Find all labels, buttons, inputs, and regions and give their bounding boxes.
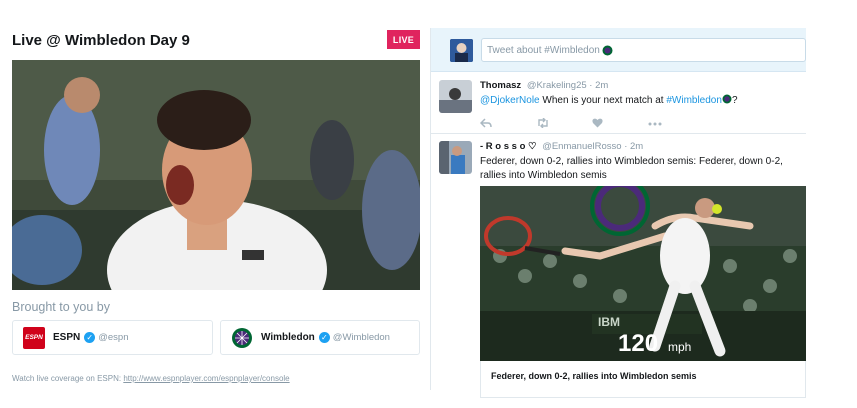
tweet-input-placeholder: Tweet about #Wimbledon — [487, 44, 600, 56]
sponsor-card-espn[interactable]: ESPN ESPN ✓ @espn — [12, 320, 213, 355]
tweet-item[interactable]: Thomasz @Krakeling25 · 2m @DjokerNole Wh… — [431, 72, 806, 134]
tweet-timestamp[interactable]: · 2m — [589, 80, 608, 91]
link-card-title[interactable]: Federer, down 0-2, rallies into Wimbledo… — [480, 361, 806, 398]
hashtag-link[interactable]: #Wimbledon — [666, 95, 722, 106]
more-icon[interactable] — [648, 118, 704, 131]
svg-text:IBM: IBM — [598, 315, 620, 329]
mention-link[interactable]: @DjokerNole — [480, 95, 540, 106]
tweet-text: @DjokerNole When is your next match at #… — [480, 94, 738, 106]
live-badge: LIVE — [387, 30, 420, 49]
svg-text:mph: mph — [668, 340, 691, 354]
tweet-header: - R o s s o ♡ @EnmanuelRosso · 2m — [480, 141, 643, 152]
tweet-author-name[interactable]: - R o s s o ♡ — [480, 141, 537, 152]
wimbledon-emoji-icon — [722, 94, 732, 104]
tweet-timestamp[interactable]: · 2m — [624, 141, 643, 152]
like-icon[interactable] — [592, 118, 648, 131]
tweet-author-handle[interactable]: @Krakeling25 — [527, 80, 587, 91]
tennis-photo: IBM 120 mph — [480, 186, 806, 361]
svg-text:120: 120 — [618, 330, 658, 357]
footer-note: Watch live coverage on ESPN: http://www.… — [12, 374, 290, 383]
tweet-author-handle[interactable]: @EnmanuelRosso — [542, 141, 621, 152]
avatar[interactable] — [439, 80, 472, 113]
verified-badge-icon: ✓ — [318, 332, 330, 343]
sponsor-handle: @espn — [98, 332, 129, 343]
tweet-media-image[interactable]: IBM 120 mph — [480, 186, 806, 361]
tweet-input[interactable]: Tweet about #Wimbledon — [481, 38, 806, 62]
live-video-player[interactable] — [12, 60, 420, 290]
sponsor-name: ESPN — [53, 332, 81, 343]
tweet-actions — [479, 117, 704, 131]
verified-badge-icon: ✓ — [84, 332, 96, 343]
sponsor-card-wimbledon[interactable]: Wimbledon ✓ @Wimbledon — [220, 320, 420, 355]
tweet-item[interactable]: - R o s s o ♡ @EnmanuelRosso · 2m Federe… — [431, 136, 806, 408]
live-event-panel: Live @ Wimbledon Day 9 LIVE Brought to y… — [0, 0, 430, 408]
espn-player-link[interactable]: http://www.espnplayer.com/espnplayer/con… — [123, 374, 289, 383]
retweet-icon[interactable] — [536, 117, 592, 131]
tweet-timeline: Tweet about #Wimbledon Thomasz @Krakelin… — [431, 28, 806, 408]
wimbledon-logo-icon — [231, 326, 253, 349]
sponsor-heading: Brought to you by — [12, 300, 110, 314]
footer-text: Watch live coverage on ESPN: — [12, 374, 124, 383]
avatar[interactable] — [439, 141, 472, 174]
sponsor-name: Wimbledon — [261, 332, 315, 343]
tweet-text: Federer, down 0-2, rallies into Wimbledo… — [480, 156, 783, 181]
wimbledon-emoji-icon — [602, 45, 613, 55]
user-avatar — [450, 39, 473, 62]
tweet-header: Thomasz @Krakeling25 · 2m — [480, 80, 608, 91]
sponsor-handle: @Wimbledon — [332, 332, 390, 343]
event-title: Live @ Wimbledon Day 9 — [12, 32, 190, 49]
tweet-author-name[interactable]: Thomasz — [480, 80, 521, 91]
tweet-composer: Tweet about #Wimbledon — [431, 28, 806, 72]
video-frame — [12, 60, 420, 290]
reply-icon[interactable] — [479, 118, 536, 131]
espn-logo-icon: ESPN — [23, 326, 45, 349]
